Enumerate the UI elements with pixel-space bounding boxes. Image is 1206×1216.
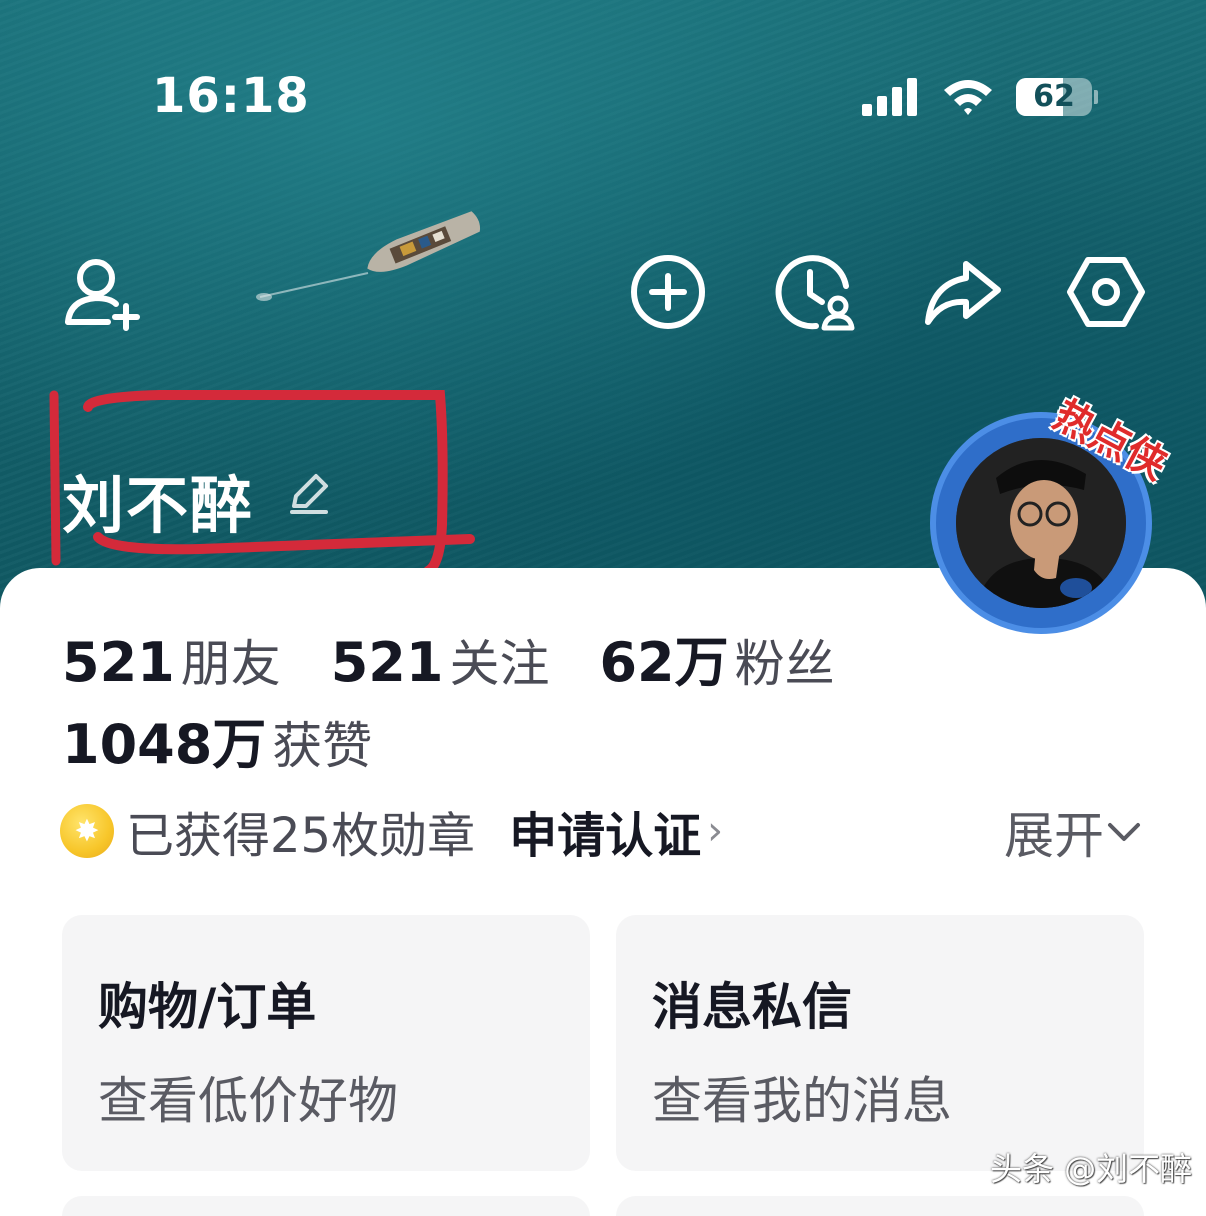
- visitor-history-icon: [775, 255, 855, 331]
- edit-name-icon[interactable]: [286, 470, 332, 516]
- followers-count[interactable]: 62万: [599, 618, 728, 697]
- status-time: 16:18: [152, 68, 310, 124]
- expand-button[interactable]: 展开: [1004, 796, 1144, 868]
- watermark: 头条 @刘不醉: [990, 1150, 1193, 1188]
- expand-label: 展开: [1004, 807, 1104, 865]
- share-icon: [925, 261, 1001, 325]
- add-button[interactable]: [626, 250, 710, 334]
- battery-level: 62: [1033, 79, 1075, 114]
- friends-count[interactable]: 521: [62, 631, 175, 694]
- likes-label[interactable]: 获赞: [272, 706, 372, 778]
- next-card-peek: [616, 1196, 1144, 1216]
- battery-icon: 62: [1016, 78, 1092, 116]
- following-label[interactable]: 关注: [449, 624, 549, 696]
- stats-row: 521 朋友 521 关注 62万 粉丝: [62, 618, 885, 697]
- visitor-history-button[interactable]: [772, 250, 856, 334]
- card-subtitle: 查看我的消息: [652, 1072, 952, 1130]
- add-friend-icon: [65, 259, 140, 331]
- messages-card[interactable]: 消息私信 查看我的消息: [616, 915, 1144, 1171]
- next-card-peek: [62, 1196, 590, 1216]
- likes-row: 1048万 获赞: [62, 700, 422, 779]
- shopping-card[interactable]: 购物/订单 查看低价好物: [62, 915, 590, 1171]
- battery-tip: [1094, 90, 1098, 104]
- likes-count[interactable]: 1048万: [62, 700, 266, 779]
- share-button[interactable]: [920, 250, 1004, 334]
- boat-image: [256, 211, 481, 301]
- card-subtitle: 查看低价好物: [98, 1072, 398, 1130]
- badges-row: ✸ 已获得25枚勋章 申请认证 ›: [60, 796, 723, 866]
- followers-label[interactable]: 粉丝: [735, 624, 835, 696]
- chevron-down-icon: [1108, 823, 1140, 841]
- add-circle-icon: [631, 255, 705, 329]
- verify-link[interactable]: 申请认证: [509, 796, 701, 866]
- signal-icon: [862, 78, 917, 116]
- add-friend-button[interactable]: [58, 250, 142, 334]
- card-title: 购物/订单: [98, 978, 317, 1036]
- profile-name: 刘不醉: [62, 469, 255, 542]
- card-title: 消息私信: [652, 978, 852, 1036]
- settings-icon: [1067, 257, 1145, 327]
- settings-button[interactable]: [1064, 250, 1148, 334]
- medal-icon: ✸: [60, 804, 114, 858]
- verify-chevron-icon: ›: [707, 808, 724, 854]
- friends-label[interactable]: 朋友: [181, 624, 281, 696]
- badges-text[interactable]: 已获得25枚勋章: [126, 796, 475, 866]
- following-count[interactable]: 521: [331, 631, 444, 694]
- wifi-icon: [944, 80, 992, 115]
- status-icons: 62: [862, 78, 1098, 116]
